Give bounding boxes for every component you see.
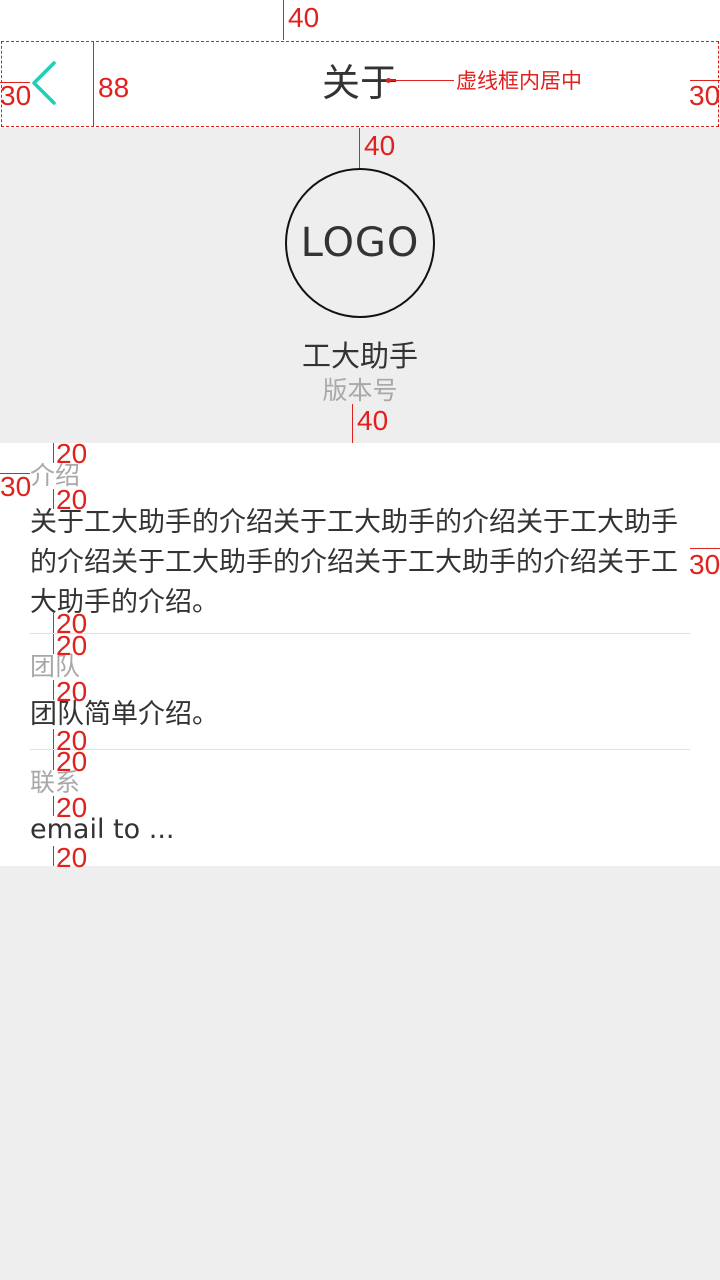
annotation-card-right-padding: 30 bbox=[689, 549, 720, 580]
section-body-team: 团队简单介绍。 bbox=[30, 699, 219, 730]
annotation-line bbox=[359, 128, 360, 168]
annotation-logo-gap: 40 bbox=[364, 130, 396, 161]
section-divider bbox=[30, 749, 690, 750]
annotation-top-margin: 40 bbox=[288, 2, 320, 33]
annotation-spacing: 20 bbox=[56, 438, 88, 469]
annotation-line bbox=[352, 404, 353, 443]
annotation-header-bottom-gap: 40 bbox=[357, 405, 389, 436]
status-area bbox=[0, 0, 720, 40]
info-card: 介绍 关于工大助手的介绍关于工大助手的介绍关于工大助手的介绍关于工大助手的介绍关… bbox=[0, 443, 720, 866]
app-logo: LOGO bbox=[285, 168, 435, 318]
annotation-line bbox=[388, 80, 454, 81]
app-name: 工大助手 bbox=[301, 339, 418, 373]
back-button[interactable] bbox=[30, 60, 60, 106]
annotation-line bbox=[53, 634, 54, 654]
annotation-spacing: 20 bbox=[56, 842, 88, 873]
section-body-intro: 关于工大助手的介绍关于工大助手的介绍关于工大助手的介绍关于工大助手的介绍关于工大… bbox=[30, 507, 678, 618]
annotation-line bbox=[53, 750, 54, 770]
annotation-line bbox=[53, 796, 54, 816]
back-area-divider bbox=[93, 41, 94, 127]
section-divider bbox=[30, 633, 690, 634]
annotation-line bbox=[53, 846, 54, 866]
annotation-spacing: 20 bbox=[56, 484, 88, 515]
annotation-line bbox=[53, 613, 54, 633]
annotation-nav-height: 88 bbox=[98, 72, 130, 103]
annotation-nav-right-padding: 30 bbox=[689, 80, 720, 111]
page-title: 关于 bbox=[321, 61, 398, 105]
annotation-line bbox=[53, 680, 54, 700]
annotation-line bbox=[53, 443, 54, 463]
annotation-line bbox=[53, 729, 54, 749]
annotation-title-note: 虚线框内居中 bbox=[456, 69, 582, 93]
chevron-left-icon bbox=[32, 61, 56, 105]
annotation-spacing: 20 bbox=[56, 792, 88, 823]
annotation-card-left-padding: 30 bbox=[0, 471, 32, 502]
annotation-spacing: 20 bbox=[56, 630, 88, 661]
annotation-spacing: 20 bbox=[56, 676, 88, 707]
logo-text: LOGO bbox=[300, 220, 420, 266]
annotation-nav-left-padding: 30 bbox=[0, 80, 32, 111]
app-version: 版本号 bbox=[322, 376, 398, 405]
annotation-line bbox=[283, 0, 284, 40]
section-body-contact[interactable]: email to ... bbox=[30, 810, 690, 850]
annotation-line bbox=[53, 489, 54, 509]
annotation-spacing: 20 bbox=[56, 746, 88, 777]
